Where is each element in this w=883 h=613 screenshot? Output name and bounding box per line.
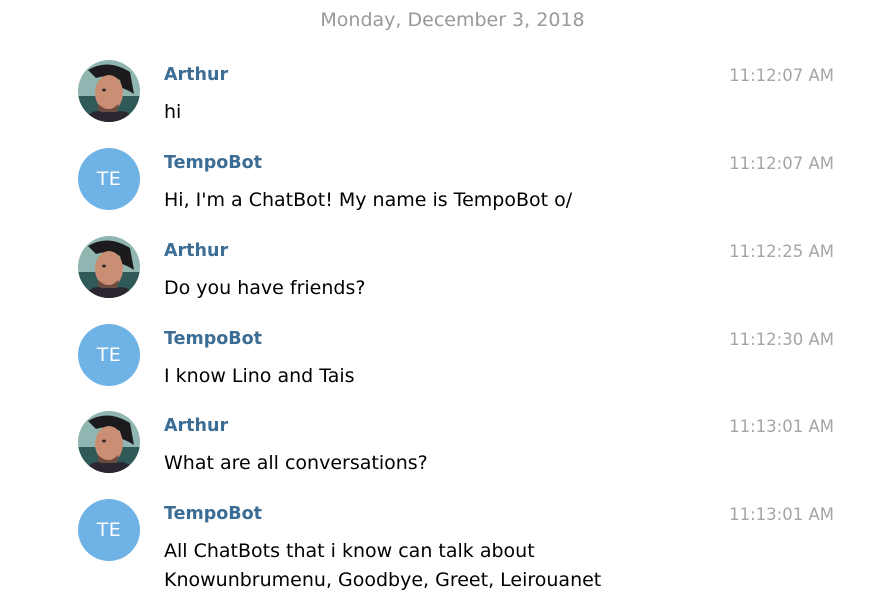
chat-message: Arthur 11:12:07 AM hi: [0, 60, 883, 140]
message-sender: TempoBot: [164, 329, 262, 349]
message-timestamp: 11:13:01 AM: [729, 417, 834, 436]
message-line: Do you have friends?: [164, 277, 366, 299]
message-line: What are all conversations?: [164, 452, 428, 474]
message-timestamp: 11:12:25 AM: [729, 242, 834, 261]
message-line: Knowunbrumenu, Goodbye, Greet, Leirouane…: [164, 569, 602, 591]
bot-avatar[interactable]: TE: [78, 324, 140, 386]
chat-message: Arthur 11:13:01 AM What are all conversa…: [0, 411, 883, 491]
chat-date-header: Monday, December 3, 2018: [320, 9, 585, 31]
bot-avatar[interactable]: TE: [78, 499, 140, 561]
chat-message: Arthur 11:12:25 AM Do you have friends?: [0, 236, 883, 316]
message-line: All ChatBots that i know can talk about: [164, 540, 535, 562]
bot-avatar[interactable]: TE: [78, 148, 140, 210]
user-avatar[interactable]: [78, 411, 140, 473]
message-timestamp: 11:13:01 AM: [729, 505, 834, 524]
message-sender: TempoBot: [164, 504, 262, 524]
chat-message: TE TempoBot 11:12:30 AM I know Lino and …: [0, 324, 883, 404]
user-photo-icon: [78, 411, 140, 473]
message-sender: TempoBot: [164, 153, 262, 173]
message-sender: Arthur: [164, 416, 229, 436]
message-line: Hi, I'm a ChatBot! My name is TempoBot o…: [164, 189, 573, 211]
chat-message: TE TempoBot 11:13:01 AM All ChatBots tha…: [0, 499, 883, 591]
message-sender: Arthur: [164, 241, 229, 261]
message-text: Do you have friends?: [164, 274, 804, 303]
message-text: What are all conversations?: [164, 449, 804, 478]
user-photo-icon: [78, 236, 140, 298]
bot-avatar-initials: TE: [96, 519, 122, 541]
user-photo-icon: [78, 60, 140, 122]
user-avatar[interactable]: [78, 236, 140, 298]
message-timestamp: 11:12:07 AM: [729, 154, 834, 173]
message-timestamp: 11:12:07 AM: [729, 66, 834, 85]
bot-avatar-initials: TE: [96, 344, 122, 366]
message-sender: Arthur: [164, 65, 229, 85]
message-text: hi: [164, 98, 804, 127]
message-line: hi: [164, 101, 182, 123]
message-timestamp: 11:12:30 AM: [729, 330, 834, 349]
chat-message: TE TempoBot 11:12:07 AM Hi, I'm a ChatBo…: [0, 148, 883, 228]
message-text: All ChatBots that i know can talk about …: [164, 537, 804, 595]
message-text: Hi, I'm a ChatBot! My name is TempoBot o…: [164, 186, 804, 215]
user-avatar[interactable]: [78, 60, 140, 122]
message-text: I know Lino and Tais: [164, 362, 804, 391]
message-line: I know Lino and Tais: [164, 365, 355, 387]
bot-avatar-initials: TE: [96, 168, 122, 190]
